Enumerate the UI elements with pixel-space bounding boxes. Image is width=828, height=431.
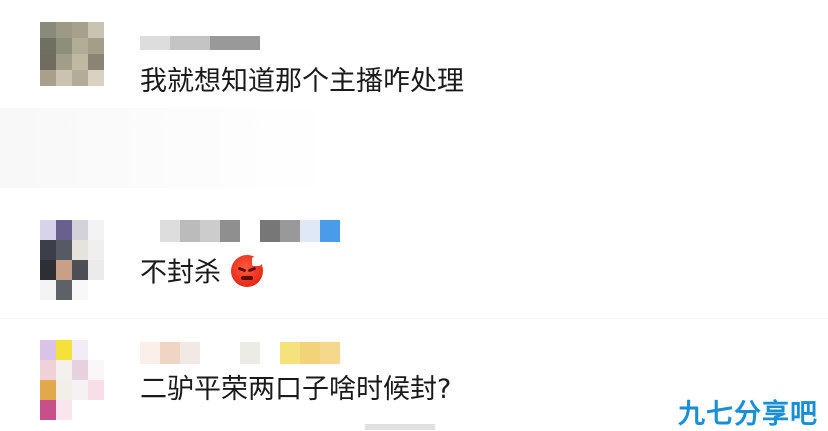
avatar[interactable] [40,340,104,420]
comment-text: 不封杀 [140,255,263,290]
username-blurred[interactable] [140,36,260,50]
comment-text: 我就想知道那个主播咋处理 [140,66,464,97]
angry-face-emoji [231,255,263,287]
divider [0,318,828,319]
avatar[interactable] [40,22,104,86]
comment-text-content: 不封杀 [140,257,221,289]
avatar[interactable] [40,220,104,300]
username-blurred[interactable] [160,220,340,242]
username-blurred[interactable] [140,342,340,364]
blur-smear [0,108,828,188]
watermark-logo: 九七分享吧 [678,399,818,430]
comment-text: 二驴平荣两口子啥时候封? [140,374,452,405]
next-comment-username-partial [365,424,435,430]
